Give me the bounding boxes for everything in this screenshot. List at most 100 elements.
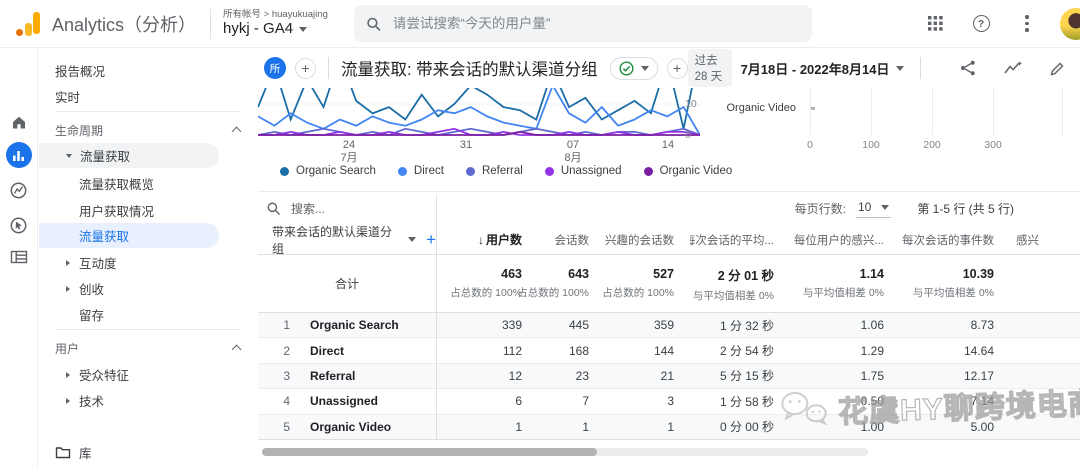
user-avatar[interactable] — [1060, 8, 1080, 40]
legend-item: Organic Video — [644, 165, 733, 177]
triangle-down-icon — [66, 154, 72, 158]
x-tick: 078月 — [551, 139, 595, 164]
sidebar-item-engagement[interactable]: 互动度 — [39, 250, 258, 275]
legend-dot — [280, 167, 289, 176]
insights-button[interactable] — [1003, 59, 1023, 77]
library-icon — [10, 249, 28, 265]
column-header-clipped[interactable]: 感兴 — [1010, 225, 1080, 255]
total-events-per-session: 10.39与平均值相差 0% — [900, 255, 1010, 313]
report-nav: 报告概况 实时 生命周期 流量获取 流量获取概览 用户获取情况 流量获取 互动度… — [39, 48, 258, 467]
column-header-events-per-session[interactable]: 每次会话的事件数 — [900, 225, 1010, 255]
date-range-value[interactable]: 7月18日 - 2022年8月14日 — [741, 59, 890, 78]
org-switcher-grid-icon[interactable] — [924, 13, 946, 35]
row-rank: 4 — [258, 394, 290, 408]
legend-item: Referral — [466, 165, 523, 177]
cell-engaged_sessions: 359 — [605, 318, 690, 332]
chevron-down-icon — [408, 237, 416, 242]
legend-dot — [466, 167, 475, 176]
help-button[interactable]: ? — [970, 13, 992, 35]
total-engaged-sessions: 527占总数的 100% — [605, 255, 690, 313]
legend-item: Direct — [398, 165, 444, 177]
sidebar-item-tech[interactable]: 技术 — [39, 388, 258, 413]
rail-home-button[interactable] — [6, 109, 32, 135]
chart-legend: Organic SearchDirectReferralUnassignedOr… — [280, 165, 732, 177]
add-comparison-button[interactable]: + — [667, 58, 688, 79]
add-column-button[interactable]: + — [426, 230, 436, 250]
cell-engaged_sessions: 144 — [605, 344, 690, 358]
nav-rail — [0, 48, 38, 467]
sidebar-item-user-acquisition[interactable]: 用户获取情况 — [39, 198, 258, 223]
sidebar-item-monetization[interactable]: 创收 — [39, 276, 258, 301]
legend-dot — [644, 167, 653, 176]
report-main: 所 + 流量获取: 带来会话的默认渠道分组 + 过去 28 天 7月18日 - … — [258, 48, 1080, 467]
cell-users: 112 — [436, 344, 538, 358]
sidebar-item-retention[interactable]: 留存 — [39, 302, 258, 327]
sidebar-item-demographics[interactable]: 受众特征 — [39, 362, 258, 387]
table-search-input[interactable] — [289, 201, 409, 217]
sidebar-item-reports-snapshot[interactable]: 报告概况 — [39, 58, 258, 83]
dimension-column-header[interactable]: 带来会话的默认渠道分组 + — [258, 223, 436, 257]
sidebar-item-realtime[interactable]: 实时 — [39, 84, 258, 109]
edit-button[interactable] — [1049, 60, 1066, 77]
channel-name: Organic Video — [310, 420, 391, 434]
line-series-organic-search — [258, 88, 700, 129]
column-header-engaged-sessions[interactable]: 感兴趣的会话数 — [605, 225, 690, 255]
channel-name: Direct — [310, 344, 344, 358]
cell-engaged_sessions: 3 — [605, 394, 690, 408]
column-header-avg-engagement[interactable]: 每次会话的平均... — [690, 225, 790, 255]
account-property-selector[interactable]: 所有帐号 > huayukuajing hykj - GA4 — [223, 9, 328, 38]
report-title: 流量获取: 带来会话的默认渠道分组 — [341, 56, 598, 80]
legend-dot — [398, 167, 407, 176]
more-options-button[interactable] — [1016, 13, 1038, 35]
x-tick: 247月 — [327, 139, 371, 164]
total-avg-engagement: 2 分 01 秒与平均值相差 0% — [690, 255, 790, 313]
sidebar-section-lifecycle[interactable]: 生命周期 — [39, 118, 258, 143]
rows-per-page-select[interactable]: 10 — [856, 199, 891, 218]
cell-avg_engagement: 2 分 54 秒 — [690, 342, 790, 359]
column-header-engaged-per-user[interactable]: 每位用户的感兴... — [790, 225, 900, 255]
rail-library-button[interactable] — [6, 244, 32, 270]
rail-reports-button[interactable] — [6, 142, 32, 168]
property-name: hykj - GA4 — [223, 20, 293, 38]
table-header-row: 带来会话的默认渠道分组 + ↓ 用户数 会话数 感兴趣的会话数 每次会话的平均.… — [258, 225, 1080, 255]
sidebar-item-acquisition-overview[interactable]: 流量获取概览 — [39, 171, 258, 196]
horizontal-scrollbar — [262, 448, 868, 456]
sidebar-section-user[interactable]: 用户 — [39, 336, 258, 361]
cell-engaged_per_user: 1.75 — [790, 369, 900, 383]
sidebar-item-library[interactable]: 库 — [39, 440, 258, 465]
global-search[interactable] — [354, 5, 812, 42]
search-input[interactable] — [391, 15, 800, 32]
cell-engaged_per_user: 1.06 — [790, 318, 900, 332]
explore-icon — [9, 181, 28, 200]
add-collection-button[interactable]: + — [295, 58, 316, 79]
rail-explore-button[interactable] — [6, 177, 32, 203]
table-row: 3Referral1223215 分 15 秒1.7512.17 — [258, 364, 1080, 389]
column-header-users[interactable]: ↓ 用户数 — [436, 225, 538, 255]
cell-avg_engagement: 1 分 58 秒 — [690, 393, 790, 410]
scrollbar-thumb[interactable] — [262, 448, 597, 456]
cell-sessions: 168 — [538, 344, 605, 358]
help-icon: ? — [973, 15, 990, 32]
share-button[interactable] — [959, 59, 977, 77]
chevron-down-icon — [881, 205, 889, 210]
rail-advertising-button[interactable] — [6, 212, 32, 238]
advertising-icon — [9, 216, 28, 235]
check-circle-icon — [619, 61, 634, 76]
column-divider — [436, 195, 437, 440]
column-header-sessions[interactable]: 会话数 — [538, 225, 605, 255]
triangle-right-icon — [66, 286, 70, 292]
total-users: 463占总数的 100% — [436, 255, 538, 313]
bar-chart-category-label: Organic Video — [694, 102, 796, 114]
collection-chip[interactable]: 所 — [264, 57, 286, 79]
triangle-right-icon — [66, 372, 70, 378]
total-sessions: 643占总数的 100% — [538, 255, 605, 313]
topbar-divider — [210, 9, 211, 39]
report-status-dropdown[interactable] — [610, 57, 658, 80]
product-name: Analytics（分析） — [52, 11, 196, 37]
cell-engaged_sessions: 1 — [605, 420, 690, 434]
date-range-zone: 过去 28 天 7月18日 - 2022年8月14日 — [688, 49, 1066, 87]
cell-sessions: 1 — [538, 420, 605, 434]
sort-desc-icon: ↓ — [478, 233, 484, 247]
sidebar-item-traffic-acquisition-selected[interactable]: 流量获取 — [39, 223, 219, 248]
sidebar-item-acquisition[interactable]: 流量获取 — [39, 143, 219, 168]
